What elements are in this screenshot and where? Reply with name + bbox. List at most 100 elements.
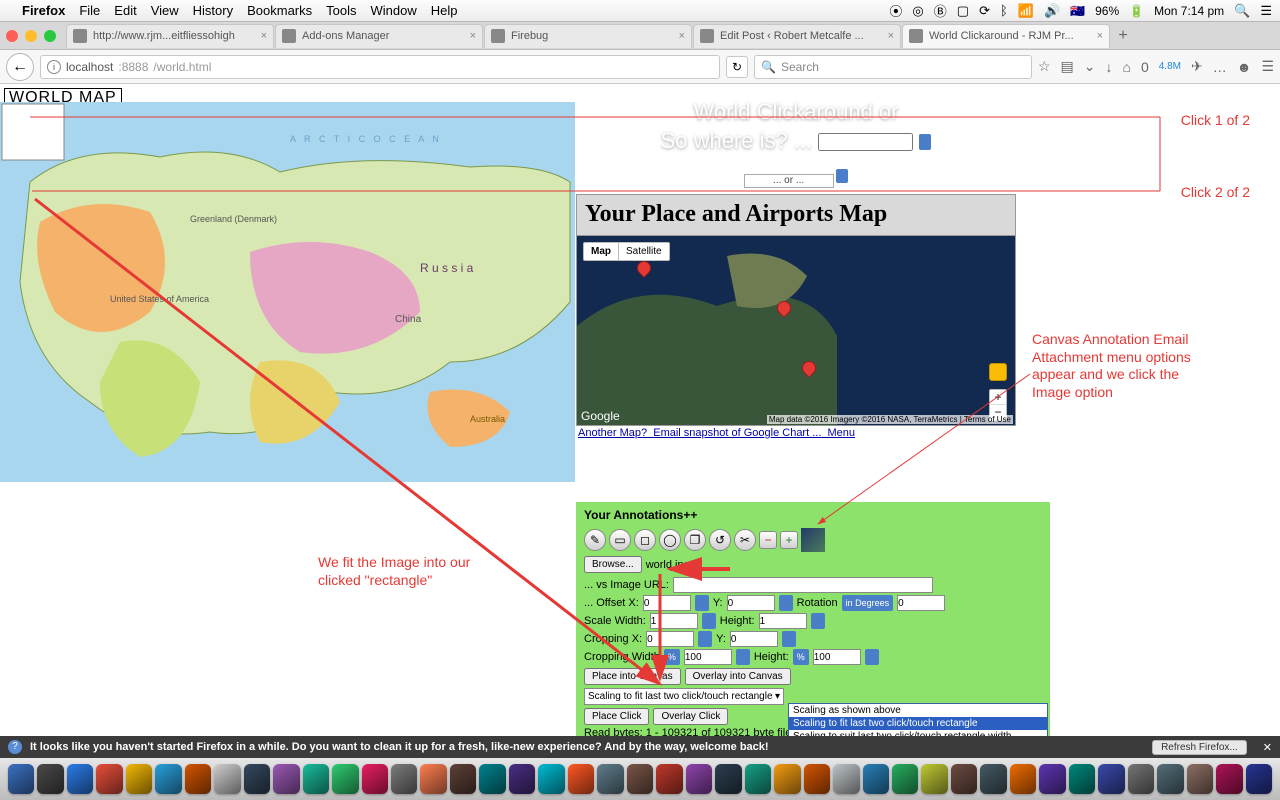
dock-app-icon[interactable] [37, 764, 63, 794]
dock-app-icon[interactable] [273, 764, 299, 794]
dock-app-icon[interactable] [479, 764, 505, 794]
flag-icon[interactable]: 🇦🇺 [1070, 4, 1085, 18]
stepper-icon[interactable] [702, 613, 716, 629]
dock-app-icon[interactable] [863, 764, 889, 794]
menu-help[interactable]: Help [431, 3, 458, 18]
close-tab-icon[interactable]: × [679, 30, 685, 42]
tool-circle-icon[interactable]: ◯ [659, 529, 681, 551]
bluetooth-icon[interactable]: ᛒ [1000, 3, 1008, 18]
home-icon[interactable]: ⌂ [1122, 59, 1130, 75]
dock-app-icon[interactable] [126, 764, 152, 794]
browser-tab[interactable]: World Clickaround - RJM Pr...× [902, 24, 1110, 48]
dock-app-icon[interactable] [391, 764, 417, 794]
browser-tab[interactable]: http://www.rjm...eitfliessohigh× [66, 24, 274, 48]
tool-rect-icon[interactable]: ▭ [609, 529, 631, 551]
place-click-button[interactable]: Place Click [584, 708, 649, 725]
reload-button[interactable]: ↻ [726, 56, 748, 78]
dock-app-icon[interactable] [715, 764, 741, 794]
dock-app-icon[interactable] [921, 764, 947, 794]
site-info-icon[interactable]: i [47, 60, 61, 74]
scale-opt-selected[interactable]: Scaling to fit last two click/touch rect… [789, 717, 1047, 730]
place-canvas-button[interactable]: Place into Canvas [584, 668, 681, 685]
overlay-canvas-button[interactable]: Overlay into Canvas [685, 668, 791, 685]
refresh-firefox-button[interactable]: Refresh Firefox... [1152, 740, 1247, 755]
satellite-btn[interactable]: Satellite [619, 243, 669, 260]
menu-tools[interactable]: Tools [326, 3, 356, 18]
status-icon[interactable]: ⦿ [889, 1, 902, 20]
dock-app-icon[interactable] [980, 764, 1006, 794]
dock-app-icon[interactable] [1069, 764, 1095, 794]
email-snapshot-link[interactable]: Email snapshot of Google Chart ... [653, 427, 821, 439]
offsety-input[interactable] [727, 595, 775, 611]
dock-app-icon[interactable] [1216, 764, 1242, 794]
google-map[interactable]: MapSatellite +− Google Map data ©2016 Im… [576, 236, 1016, 426]
dock-app-icon[interactable] [8, 764, 34, 794]
zoom-in-button[interactable]: + [990, 390, 1006, 405]
map-pin-icon[interactable] [777, 301, 789, 319]
close-window-icon[interactable] [6, 30, 18, 42]
menu-link[interactable]: Menu [828, 427, 856, 439]
minimize-window-icon[interactable] [25, 30, 37, 42]
tool-minus-icon[interactable]: − [759, 531, 777, 549]
browser-tab[interactable]: Edit Post ‹ Robert Metcalfe ...× [693, 24, 901, 48]
menu-icon[interactable]: ☰ [1261, 58, 1274, 75]
tool-plus-icon[interactable]: + [780, 531, 798, 549]
new-tab-button[interactable]: + [1111, 27, 1135, 45]
close-tab-icon[interactable]: × [1097, 30, 1103, 42]
where-input[interactable] [818, 133, 913, 151]
stepper-icon[interactable] [811, 613, 825, 629]
scale-opt[interactable]: Scaling as shown above [789, 704, 1047, 717]
map-type-control[interactable]: MapSatellite [583, 242, 670, 261]
dock-app-icon[interactable] [892, 764, 918, 794]
dock-app-icon[interactable] [1157, 764, 1183, 794]
downloads-icon[interactable]: ↓ [1105, 59, 1112, 75]
image-url-input[interactable] [673, 577, 933, 593]
dock-app-icon[interactable] [627, 764, 653, 794]
or-select[interactable] [836, 169, 848, 183]
dock-app-icon[interactable] [1098, 764, 1124, 794]
back-button[interactable]: ← [6, 53, 34, 81]
cropx-input[interactable] [646, 631, 694, 647]
stepper-icon[interactable] [865, 649, 879, 665]
reader-icon[interactable]: ▤ [1061, 58, 1074, 75]
map-pin-icon[interactable] [802, 361, 814, 379]
close-tab-icon[interactable]: × [888, 30, 894, 42]
menu-edit[interactable]: Edit [114, 3, 136, 18]
unit-pct[interactable]: % [793, 649, 809, 665]
browser-tab[interactable]: Add-ons Manager× [275, 24, 483, 48]
airplay-icon[interactable]: ▢ [957, 3, 969, 19]
map-pin-icon[interactable] [637, 261, 649, 279]
dock-app-icon[interactable] [155, 764, 181, 794]
dock-app-icon[interactable] [1128, 764, 1154, 794]
dock-app-icon[interactable] [67, 764, 93, 794]
dock-app-icon[interactable] [450, 764, 476, 794]
world-map[interactable]: R u s s i a China Australia Greenland (D… [0, 102, 575, 482]
menu-file[interactable]: File [79, 3, 100, 18]
dock-app-icon[interactable] [1187, 764, 1213, 794]
zoom-window-icon[interactable] [44, 30, 56, 42]
notifications-icon[interactable]: ☰ [1260, 3, 1272, 19]
stepper-icon[interactable] [782, 631, 796, 647]
dock-app-icon[interactable] [597, 764, 623, 794]
rotation-unit[interactable]: in Degrees [842, 595, 894, 611]
stepper-icon[interactable] [695, 595, 709, 611]
streetview-icon[interactable] [989, 363, 1007, 381]
dock-app-icon[interactable] [303, 764, 329, 794]
offsetx-input[interactable] [643, 595, 691, 611]
sync-icon[interactable]: ⟳ [979, 3, 990, 19]
dock-app-icon[interactable] [362, 764, 388, 794]
dock-app-icon[interactable] [185, 764, 211, 794]
close-tab-icon[interactable]: × [470, 30, 476, 42]
overflow-icon[interactable]: … [1213, 59, 1227, 75]
dock-app-icon[interactable] [833, 764, 859, 794]
volume-icon[interactable]: 🔊 [1044, 3, 1060, 19]
spotlight-icon[interactable]: 🔍 [1234, 3, 1250, 19]
tool-pen-icon[interactable]: ✎ [584, 529, 606, 551]
croph-input[interactable] [813, 649, 861, 665]
unit-pct[interactable]: % [664, 649, 680, 665]
menu-bookmarks[interactable]: Bookmarks [247, 3, 312, 18]
cropw-input[interactable] [684, 649, 732, 665]
dock-app-icon[interactable] [745, 764, 771, 794]
dock-app-icon[interactable] [538, 764, 564, 794]
stepper-icon[interactable] [736, 649, 750, 665]
